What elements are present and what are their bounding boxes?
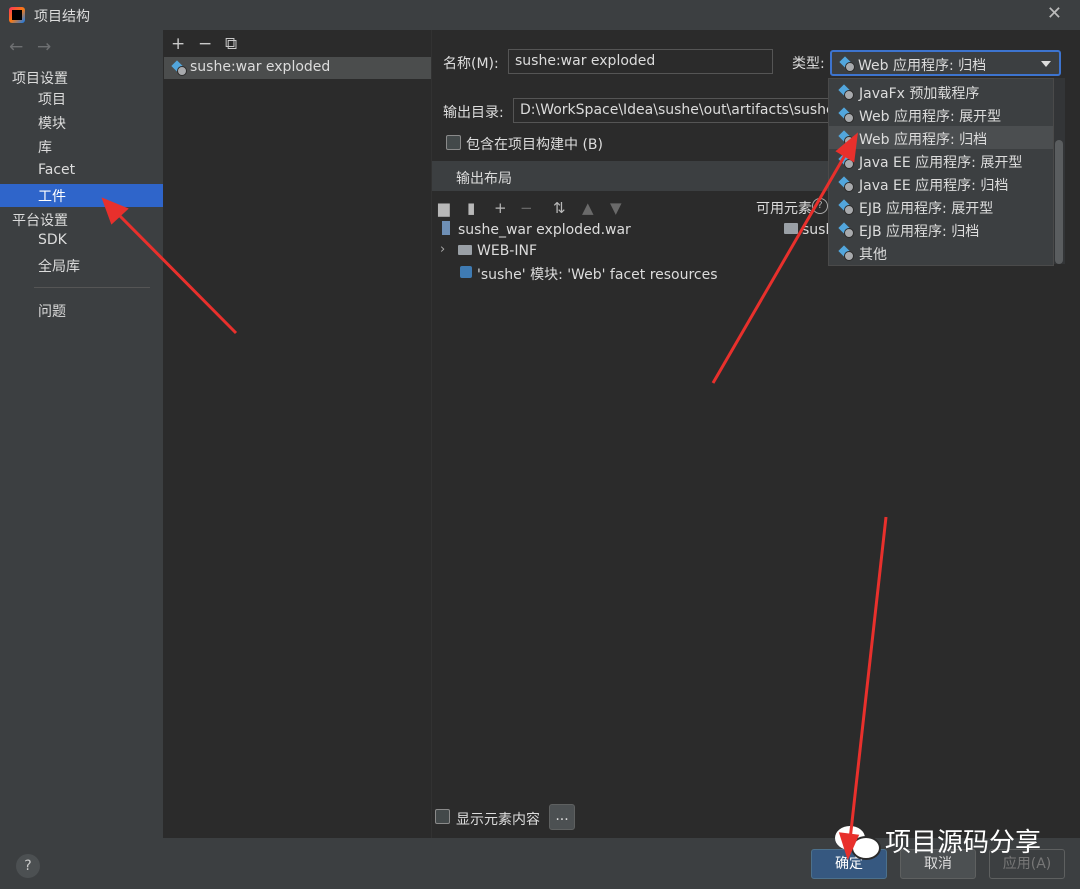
dropdown-option[interactable]: Web 应用程序: 展开型 xyxy=(829,103,1053,126)
section-project-settings: 项目设置 xyxy=(12,71,68,87)
sidebar-item-artifacts[interactable]: 工件 xyxy=(0,184,163,207)
dropdown-option[interactable]: Java EE 应用程序: 归档 xyxy=(829,172,1053,195)
back-arrow-icon[interactable]: ← xyxy=(9,37,23,57)
sidebar-item-global-libraries[interactable]: 全局库 xyxy=(0,254,163,277)
settings-sidebar: ← → 项目设置 项目 模块 库 Facet 工件 平台设置 SDK 全局库 问… xyxy=(0,30,163,838)
sidebar-item-sdk[interactable]: SDK xyxy=(0,230,163,253)
tree-root[interactable]: sushe_war exploded.war xyxy=(458,222,631,238)
dropdown-option[interactable]: JavaFx 预加载程序 xyxy=(829,80,1053,103)
web-facet-icon xyxy=(460,266,472,278)
intellij-logo-icon xyxy=(9,7,25,23)
help-button[interactable]: ? xyxy=(16,854,40,878)
name-label: 名称(M): xyxy=(443,56,499,72)
sidebar-item-label: 全局库 xyxy=(38,259,80,275)
javafx-icon xyxy=(839,85,854,100)
option-label: Java EE 应用程序: 归档 xyxy=(859,178,1009,194)
type-label: 类型: xyxy=(792,56,825,72)
sidebar-item-label: 问题 xyxy=(38,304,66,320)
sidebar-item-label: 项目 xyxy=(38,92,66,108)
web-artifact-icon xyxy=(840,57,855,72)
move-down-icon[interactable]: ▼ xyxy=(610,199,622,217)
expand-chevron-icon[interactable]: › xyxy=(440,242,445,257)
dropdown-option[interactable]: Java EE 应用程序: 展开型 xyxy=(829,149,1053,172)
sidebar-item-libraries[interactable]: 库 xyxy=(0,135,163,158)
type-select-value: Web 应用程序: 归档 xyxy=(858,58,987,74)
output-dir-field[interactable]: D:\WorkSpace\Idea\sushe\out\artifacts\su… xyxy=(513,98,833,123)
output-layout-label: 输出布局 xyxy=(456,171,512,187)
war-archive-icon xyxy=(442,221,450,235)
output-dir-label: 输出目录: xyxy=(443,105,504,121)
wechat-logo-icon xyxy=(851,836,881,860)
dropdown-option[interactable]: 其他 xyxy=(829,241,1053,264)
option-label: Java EE 应用程序: 展开型 xyxy=(859,155,1023,171)
sidebar-item-problems[interactable]: 问题 xyxy=(0,299,163,322)
remove-element-icon[interactable]: − xyxy=(520,199,533,217)
sidebar-item-label: SDK xyxy=(38,232,67,248)
add-element-icon[interactable]: + xyxy=(494,199,507,217)
type-select[interactable]: Web 应用程序: 归档 xyxy=(830,50,1061,76)
show-contents-checkbox[interactable] xyxy=(435,809,450,824)
help-circle-icon[interactable]: ? xyxy=(812,198,828,214)
web-artifact-icon xyxy=(839,108,854,123)
folder-icon xyxy=(458,245,472,255)
section-platform-settings: 平台设置 xyxy=(12,213,68,229)
include-in-build-checkbox[interactable] xyxy=(446,135,461,150)
artifact-list-item[interactable]: sushe:war exploded xyxy=(164,57,431,79)
module-folder-icon xyxy=(784,223,798,234)
ejb-icon xyxy=(839,200,854,215)
javaee-icon xyxy=(839,154,854,169)
option-label: Web 应用程序: 归档 xyxy=(859,132,988,148)
archive-icon[interactable]: ▮ xyxy=(467,199,475,217)
dropdown-option[interactable]: EJB 应用程序: 归档 xyxy=(829,218,1053,241)
move-up-icon[interactable]: ▲ xyxy=(582,199,594,217)
copy-icon[interactable]: ⧉ xyxy=(225,34,237,54)
tree-facet-resources[interactable]: 'sushe' 模块: 'Web' facet resources xyxy=(477,264,718,284)
sidebar-item-project[interactable]: 项目 xyxy=(0,87,163,110)
chevron-down-icon xyxy=(1041,61,1051,67)
artifact-list-panel: + − ⧉ sushe:war exploded xyxy=(163,30,432,838)
sidebar-item-label: 库 xyxy=(38,140,52,156)
close-icon[interactable]: ✕ xyxy=(1047,3,1062,24)
tree-web-inf[interactable]: WEB-INF xyxy=(477,243,537,259)
web-artifact-icon xyxy=(172,61,187,76)
other-artifact-icon xyxy=(839,246,854,261)
option-label: Web 应用程序: 展开型 xyxy=(859,109,1002,125)
web-artifact-icon xyxy=(839,131,854,146)
title-bar: 项目结构 ✕ xyxy=(0,0,1080,30)
dropdown-option-selected[interactable]: Web 应用程序: 归档 xyxy=(829,126,1053,149)
window-title: 项目结构 xyxy=(34,9,90,25)
new-directory-icon[interactable]: ▆ xyxy=(438,199,450,217)
sidebar-item-label: 工件 xyxy=(38,189,66,205)
ellipsis-button[interactable]: ... xyxy=(549,804,575,830)
watermark-text: 项目源码分享 xyxy=(885,828,1042,858)
type-dropdown: JavaFx 预加载程序 Web 应用程序: 展开型 Web 应用程序: 归档 … xyxy=(828,78,1054,266)
dropdown-scrollbar[interactable] xyxy=(1055,140,1063,264)
option-label: 其他 xyxy=(859,247,887,263)
option-label: EJB 应用程序: 展开型 xyxy=(859,201,994,217)
show-contents-label: 显示元素内容 xyxy=(456,812,540,828)
sort-icon[interactable]: ⇅ xyxy=(553,199,566,217)
ejb-icon xyxy=(839,223,854,238)
sidebar-item-modules[interactable]: 模块 xyxy=(0,111,163,134)
javaee-icon xyxy=(839,177,854,192)
dropdown-option[interactable]: EJB 应用程序: 展开型 xyxy=(829,195,1053,218)
name-field[interactable]: sushe:war exploded xyxy=(508,49,773,74)
sidebar-item-label: Facet xyxy=(38,162,76,178)
option-label: JavaFx 预加载程序 xyxy=(859,86,980,102)
available-elements-label: 可用元素 xyxy=(756,201,812,217)
sidebar-divider xyxy=(34,287,150,288)
artifact-name: sushe:war exploded xyxy=(190,59,331,75)
option-label: EJB 应用程序: 归档 xyxy=(859,224,980,240)
remove-icon[interactable]: − xyxy=(198,34,212,54)
include-in-build-label: 包含在项目构建中 (B) xyxy=(466,137,603,153)
forward-arrow-icon[interactable]: → xyxy=(37,37,51,57)
add-icon[interactable]: + xyxy=(171,34,185,54)
sidebar-item-facets[interactable]: Facet xyxy=(0,160,163,183)
sidebar-item-label: 模块 xyxy=(38,116,66,132)
